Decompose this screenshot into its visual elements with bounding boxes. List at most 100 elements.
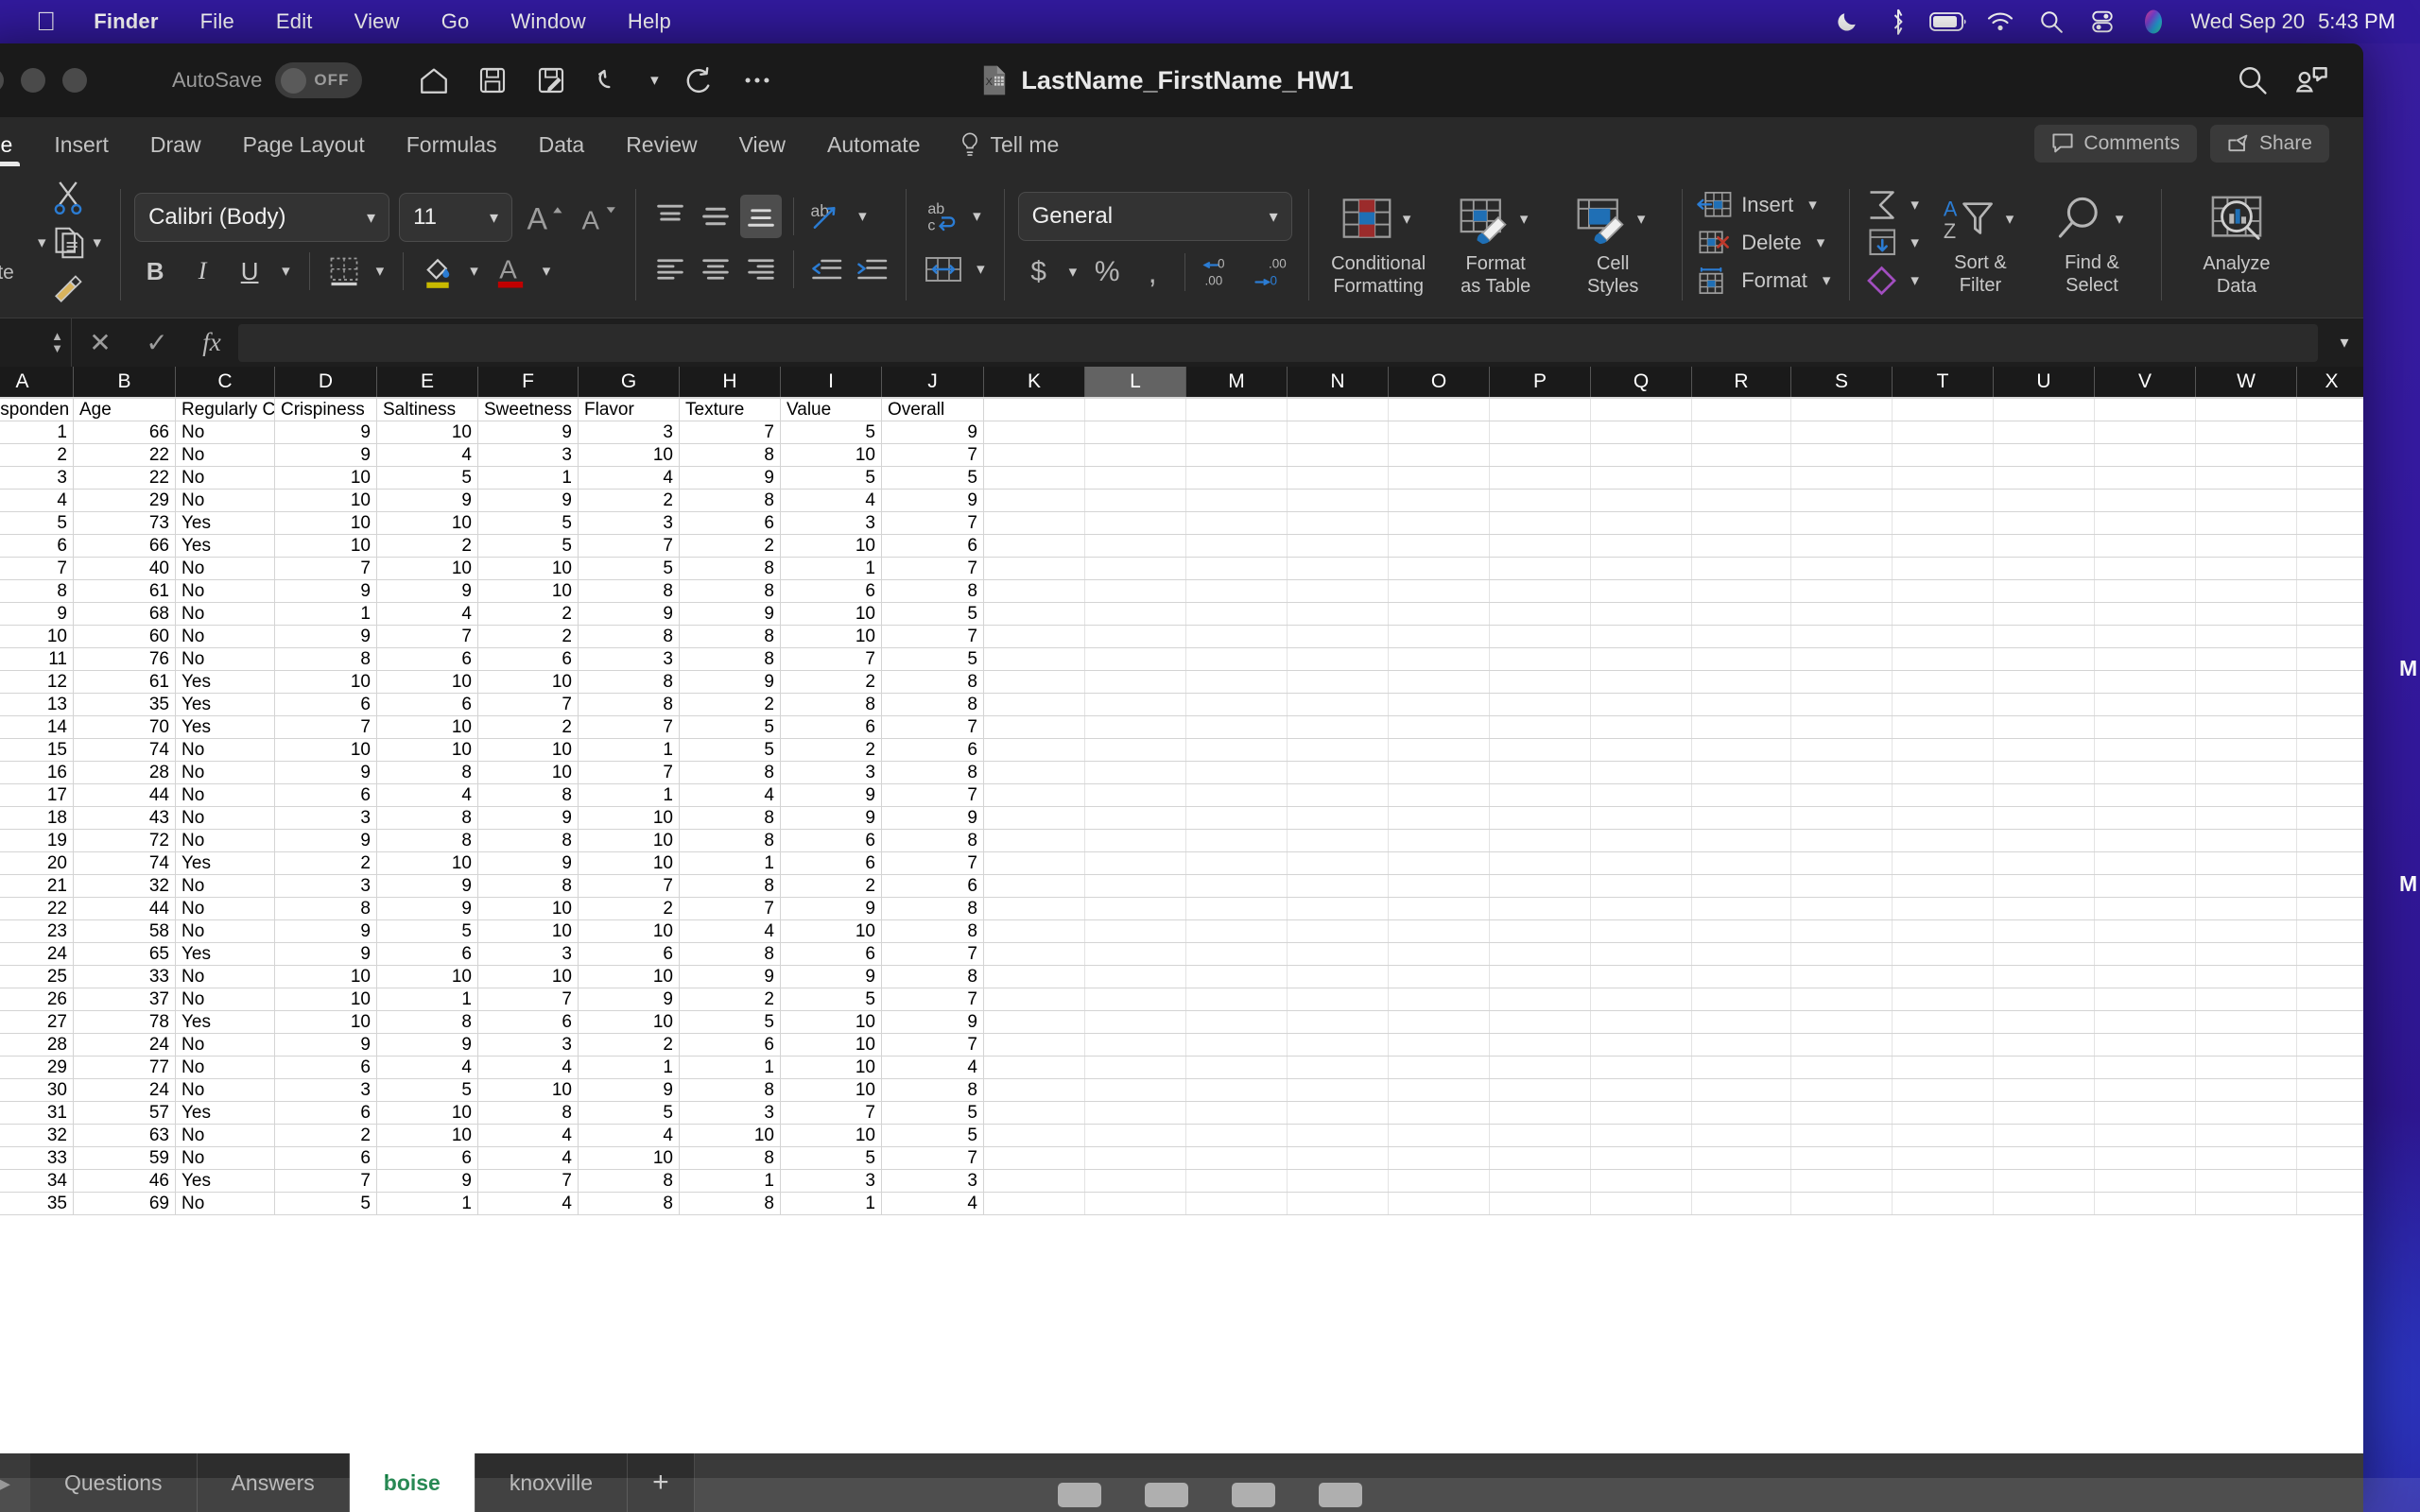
cell-a[interactable]: 7	[0, 558, 74, 579]
column-header-f[interactable]: F	[478, 367, 579, 397]
expand-formula-bar-icon[interactable]: ▾	[2325, 333, 2363, 352]
cell-p[interactable]	[1490, 1147, 1591, 1169]
cell-p[interactable]	[1490, 784, 1591, 806]
cell-h[interactable]: 8	[680, 875, 781, 897]
cell-r[interactable]	[1692, 1147, 1791, 1169]
cell-l[interactable]	[1085, 875, 1186, 897]
cell-j[interactable]: 8	[882, 830, 984, 851]
cell-c[interactable]: Yes	[176, 1170, 275, 1192]
cell-r[interactable]	[1692, 784, 1791, 806]
cell-t[interactable]	[1893, 490, 1994, 511]
home-icon[interactable]	[407, 54, 460, 107]
cell-q[interactable]	[1591, 467, 1692, 489]
cell-l[interactable]	[1085, 558, 1186, 579]
cell-g[interactable]: 8	[579, 1193, 680, 1214]
underline-dropdown-icon[interactable]: ▾	[276, 262, 296, 281]
cell-styles-dropdown-icon[interactable]: ▾	[1632, 210, 1651, 229]
cell-a[interactable]: 27	[0, 1011, 74, 1033]
table-row[interactable]: 32 63 No 2 10 4 4 10 10 5	[0, 1125, 2363, 1147]
moon-icon[interactable]	[1822, 0, 1873, 43]
cell-a[interactable]: 28	[0, 1034, 74, 1056]
cell-v[interactable]	[2095, 626, 2196, 647]
cell-i[interactable]: 10	[781, 603, 882, 625]
cell-b[interactable]: Age	[74, 399, 176, 421]
cell-j[interactable]: 8	[882, 1079, 984, 1101]
cell-a[interactable]: 13	[0, 694, 74, 715]
cell-j[interactable]: 7	[882, 716, 984, 738]
cell-m[interactable]	[1186, 421, 1288, 443]
cell-p[interactable]	[1490, 671, 1591, 693]
redo-icon[interactable]	[672, 54, 725, 107]
cell-t[interactable]	[1893, 1102, 1994, 1124]
cell-j[interactable]: 7	[882, 943, 984, 965]
cell-j[interactable]: 7	[882, 852, 984, 874]
cell-n[interactable]	[1288, 1011, 1389, 1033]
cell-b[interactable]: 70	[74, 716, 176, 738]
table-row[interactable]: 15 74 No 10 10 10 1 5 2 6	[0, 739, 2363, 762]
number-format-select[interactable]: General ▾	[1017, 192, 1292, 241]
cell-g[interactable]: 1	[579, 739, 680, 761]
cell-e[interactable]: 8	[377, 1011, 478, 1033]
cell-b[interactable]: 74	[74, 852, 176, 874]
delete-dropdown-icon[interactable]: ▾	[1811, 233, 1831, 252]
cell-t[interactable]	[1893, 943, 1994, 965]
cell-e[interactable]: 10	[377, 558, 478, 579]
confirm-icon[interactable]: ✓	[129, 318, 185, 368]
cell-s[interactable]	[1791, 558, 1893, 579]
cell-b[interactable]: 72	[74, 830, 176, 851]
cell-m[interactable]	[1186, 1147, 1288, 1169]
cell-q[interactable]	[1591, 1079, 1692, 1101]
cell-u[interactable]	[1994, 626, 2095, 647]
cell-x[interactable]	[2297, 580, 2363, 602]
cell-j[interactable]: 8	[882, 580, 984, 602]
cell-c[interactable]: No	[176, 1193, 275, 1214]
cell-h[interactable]: 1	[680, 1170, 781, 1192]
cell-j[interactable]: 5	[882, 467, 984, 489]
cell-g[interactable]: 8	[579, 626, 680, 647]
cell-p[interactable]	[1490, 535, 1591, 557]
cell-c[interactable]: No	[176, 739, 275, 761]
cell-p[interactable]	[1490, 648, 1591, 670]
cell-f[interactable]: 10	[478, 966, 579, 988]
cell-t[interactable]	[1893, 467, 1994, 489]
cell-g[interactable]: Flavor	[579, 399, 680, 421]
cell-b[interactable]: 59	[74, 1147, 176, 1169]
cell-e[interactable]: 10	[377, 421, 478, 443]
cell-h[interactable]: 5	[680, 716, 781, 738]
cell-x[interactable]	[2297, 807, 2363, 829]
cell-w[interactable]	[2196, 694, 2297, 715]
cell-h[interactable]: 10	[680, 1125, 781, 1146]
format-as-table-dropdown-icon[interactable]: ▾	[1514, 210, 1534, 229]
cell-n[interactable]	[1288, 943, 1389, 965]
cell-u[interactable]	[1994, 716, 2095, 738]
cell-q[interactable]	[1591, 421, 1692, 443]
cell-e[interactable]: 4	[377, 444, 478, 466]
cell-f[interactable]: 10	[478, 580, 579, 602]
cell-c[interactable]: Yes	[176, 535, 275, 557]
cell-a[interactable]: 29	[0, 1057, 74, 1078]
cell-v[interactable]	[2095, 421, 2196, 443]
cell-s[interactable]	[1791, 603, 1893, 625]
cell-n[interactable]	[1288, 966, 1389, 988]
cell-b[interactable]: 66	[74, 421, 176, 443]
cell-h[interactable]: 9	[680, 467, 781, 489]
cell-b[interactable]: 66	[74, 535, 176, 557]
cell-j[interactable]: 6	[882, 535, 984, 557]
cell-j[interactable]: 4	[882, 1193, 984, 1214]
cell-v[interactable]	[2095, 444, 2196, 466]
cell-b[interactable]: 63	[74, 1125, 176, 1146]
cell-w[interactable]	[2196, 875, 2297, 897]
cell-c[interactable]: No	[176, 920, 275, 942]
cell-n[interactable]	[1288, 648, 1389, 670]
cell-c[interactable]: No	[176, 558, 275, 579]
cell-i[interactable]: 3	[781, 1170, 882, 1192]
cell-q[interactable]	[1591, 1193, 1692, 1214]
cell-b[interactable]: 32	[74, 875, 176, 897]
cell-m[interactable]	[1186, 1102, 1288, 1124]
cell-e[interactable]: 10	[377, 852, 478, 874]
cell-f[interactable]: 8	[478, 875, 579, 897]
underline-button[interactable]: U	[229, 249, 270, 293]
cell-p[interactable]	[1490, 580, 1591, 602]
cell-o[interactable]	[1389, 920, 1490, 942]
cell-b[interactable]: 61	[74, 671, 176, 693]
